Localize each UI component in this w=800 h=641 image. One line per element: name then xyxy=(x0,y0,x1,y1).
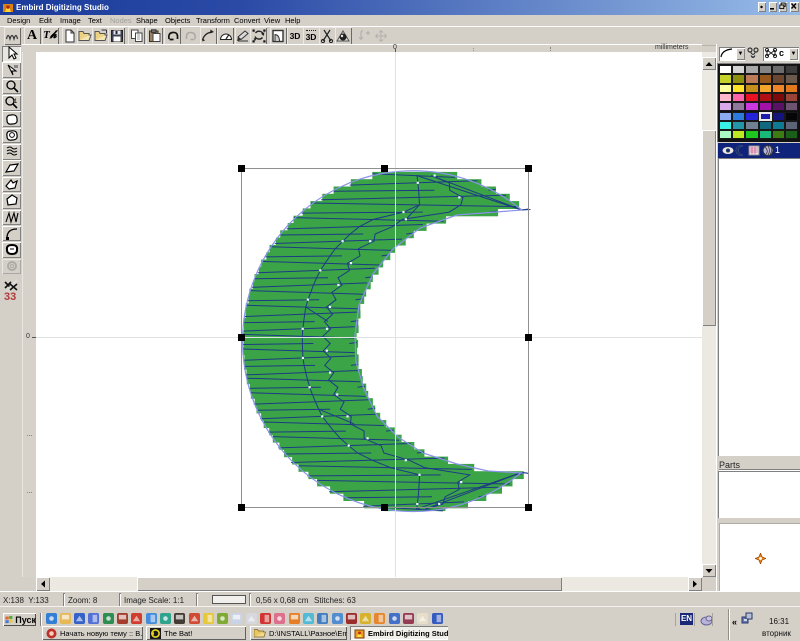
svg-text:1: 1 xyxy=(14,99,18,105)
svg-text:c: c xyxy=(779,48,784,58)
